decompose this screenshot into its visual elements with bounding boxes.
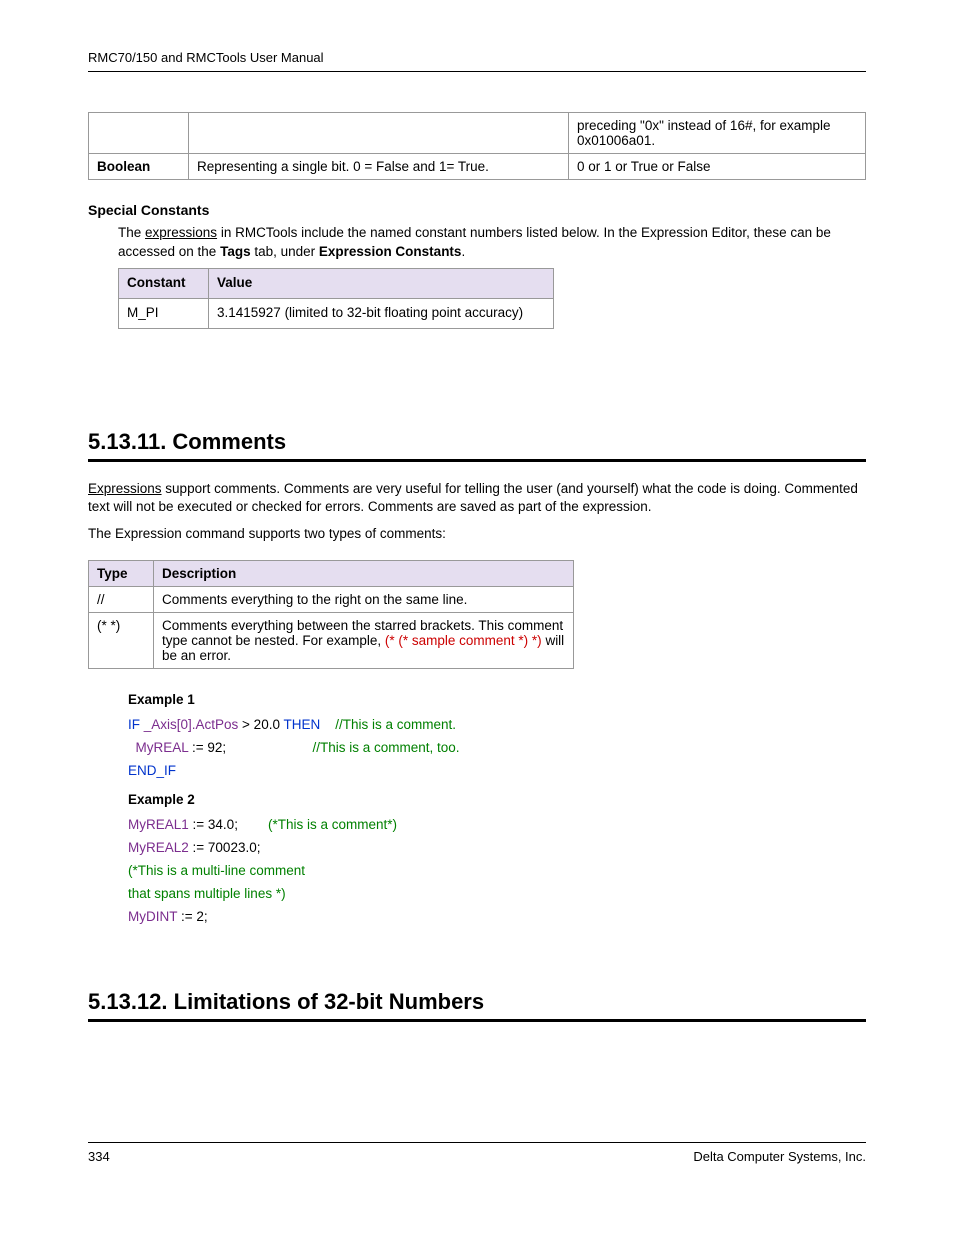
code-line: MyREAL := 92; //This is a comment, too. <box>128 737 866 760</box>
code-line: MyDINT := 2; <box>128 906 866 929</box>
table-row: Boolean Representing a single bit. 0 = F… <box>89 154 866 180</box>
identifier: MyDINT <box>128 909 177 924</box>
th-description: Description <box>154 561 574 587</box>
table-header-row: Type Description <box>89 561 574 587</box>
comment: //This is a comment, too. <box>312 740 459 755</box>
identifier: MyREAL <box>136 740 189 755</box>
th-value: Value <box>209 268 554 298</box>
th-type: Type <box>89 561 154 587</box>
subheading-special-constants: Special Constants <box>88 202 866 218</box>
constants-table: Constant Value M_PI 3.1415927 (limited t… <box>118 268 554 329</box>
link-expressions[interactable]: expressions <box>145 225 217 240</box>
error-example: (* (* sample comment *) *) <box>385 633 542 648</box>
comment: (*This is a multi-line comment <box>128 863 305 878</box>
text: := 92; <box>188 740 226 755</box>
cell-empty <box>189 113 569 154</box>
text: tab, under <box>251 244 319 259</box>
code-line: MyREAL2 := 70023.0; <box>128 837 866 860</box>
data-types-table-fragment: preceding "0x" instead of 16#, for examp… <box>88 112 866 180</box>
table-row: M_PI 3.1415927 (limited to 32-bit floati… <box>119 298 554 328</box>
example-1-label: Example 1 <box>128 689 866 712</box>
text: := 2; <box>177 909 207 924</box>
cell-hex-note: preceding "0x" instead of 16#, for examp… <box>569 113 866 154</box>
cell-values: 0 or 1 or True or False <box>569 154 866 180</box>
code-line: (*This is a multi-line comment <box>128 860 866 883</box>
text: support comments. Comments are very usef… <box>88 481 858 515</box>
code-line: MyREAL1 := 34.0; (*This is a comment*) <box>128 814 866 837</box>
th-constant: Constant <box>119 268 209 298</box>
cell-type: Boolean <box>89 154 189 180</box>
table-header-row: Constant Value <box>119 268 554 298</box>
section-heading-comments: 5.13.11. Comments <box>88 429 866 455</box>
cell-desc: Representing a single bit. 0 = False and… <box>189 154 569 180</box>
comment: (*This is a comment*) <box>268 817 397 832</box>
space <box>238 817 268 832</box>
space <box>320 717 335 732</box>
text: := 34.0; <box>189 817 238 832</box>
section-heading-limitations: 5.13.12. Limitations of 32-bit Numbers <box>88 989 866 1015</box>
link-expressions[interactable]: Expressions <box>88 481 162 496</box>
keyword: IF <box>128 717 140 732</box>
cell-empty <box>89 113 189 154</box>
identifier: MyREAL1 <box>128 817 189 832</box>
company-name: Delta Computer Systems, Inc. <box>693 1149 866 1164</box>
keyword: END_IF <box>128 763 176 778</box>
code-line: END_IF <box>128 760 866 783</box>
space <box>128 740 136 755</box>
example-2-label: Example 2 <box>128 789 866 812</box>
comments-paragraph-1: Expressions support comments. Comments a… <box>88 480 866 518</box>
text: := 70023.0; <box>189 840 261 855</box>
section-rule <box>88 1019 866 1022</box>
identifier: _Axis[0].ActPos <box>140 717 238 732</box>
cell-type: // <box>89 587 154 613</box>
code-line: that spans multiple lines *) <box>128 883 866 906</box>
page-footer: 334 Delta Computer Systems, Inc. <box>88 1142 866 1164</box>
space <box>226 740 312 755</box>
comment: //This is a comment. <box>335 717 456 732</box>
comments-paragraph-2: The Expression command supports two type… <box>88 525 866 544</box>
text-bold: Expression Constants <box>319 244 462 259</box>
text-bold: Tags <box>220 244 251 259</box>
cell-type: (* *) <box>89 613 154 669</box>
table-row: preceding "0x" instead of 16#, for examp… <box>89 113 866 154</box>
page-number: 334 <box>88 1149 110 1164</box>
comment: that spans multiple lines *) <box>128 886 286 901</box>
code-examples: Example 1 IF _Axis[0].ActPos > 20.0 THEN… <box>128 689 866 928</box>
identifier: MyREAL2 <box>128 840 189 855</box>
cell-desc: Comments everything between the starred … <box>154 613 574 669</box>
table-row: (* *) Comments everything between the st… <box>89 613 574 669</box>
keyword: THEN <box>283 717 320 732</box>
section-rule <box>88 459 866 462</box>
comment-types-table: Type Description // Comments everything … <box>88 560 574 669</box>
special-constants-intro: The expressions in RMCTools include the … <box>118 224 866 329</box>
code-line: IF _Axis[0].ActPos > 20.0 THEN //This is… <box>128 714 866 737</box>
cell-const-name: M_PI <box>119 298 209 328</box>
text: The <box>118 225 145 240</box>
text: > 20.0 <box>238 717 283 732</box>
page-header: RMC70/150 and RMCTools User Manual <box>88 50 866 72</box>
cell-desc: Comments everything to the right on the … <box>154 587 574 613</box>
cell-const-value: 3.1415927 (limited to 32-bit floating po… <box>209 298 554 328</box>
text: . <box>461 244 465 259</box>
table-row: // Comments everything to the right on t… <box>89 587 574 613</box>
